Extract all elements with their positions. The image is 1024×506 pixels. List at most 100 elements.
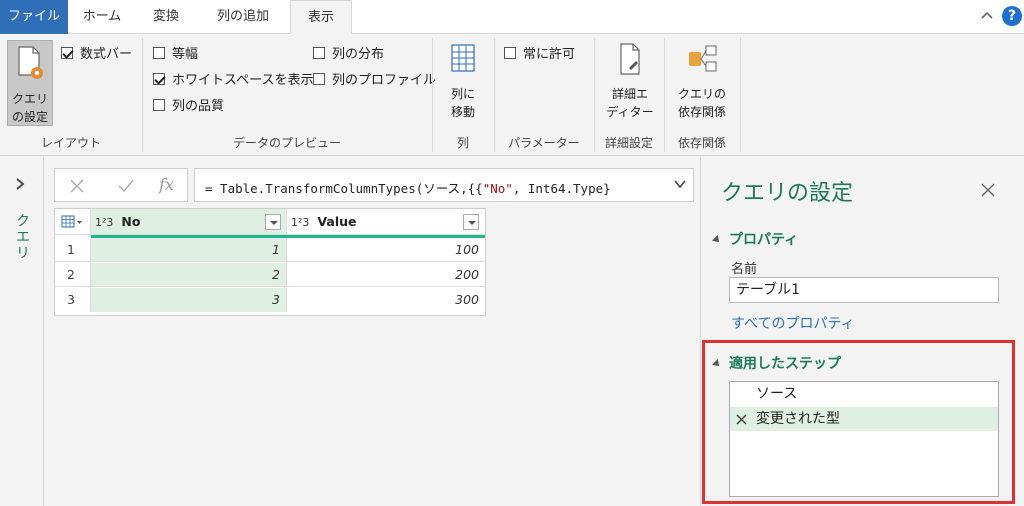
collapse-triangle-icon	[712, 235, 722, 245]
tab-home[interactable]: ホーム	[72, 0, 132, 34]
step-item-changed-type-label: 変更された型	[756, 411, 840, 427]
formula-text: = Table.TransformColumnTypes(ソース,{{"No",…	[205, 178, 611, 197]
advanced-editor-button[interactable]: 詳細エ ディター	[600, 40, 660, 126]
row-number[interactable]: 3	[55, 288, 91, 312]
query-settings-button[interactable]: クエリ の設定	[7, 40, 53, 126]
cancel-formula-icon[interactable]	[69, 178, 85, 194]
row-number[interactable]: 2	[55, 263, 91, 287]
go-to-column-label-2: 移動	[450, 105, 475, 119]
applied-steps-header-label: 適用したステップ	[729, 356, 841, 372]
formula-bar-checkbox[interactable]: 数式バー	[61, 43, 132, 62]
expand-queries-chevron-icon[interactable]	[14, 177, 26, 191]
query-settings-label-1: クエリ	[11, 92, 48, 106]
whole-number-type-icon[interactable]: 1²3	[95, 216, 113, 229]
ribbon: クエリ の設定 数式バー レイアウト 等幅 ホワイトスペースを表示 列の品質 列…	[0, 34, 1024, 156]
ribbon-tab-bar: ファイル ホーム 変換 列の追加 表示 ?	[0, 0, 1024, 35]
group-divider	[740, 38, 741, 152]
group-label-data-preview: データのプレビュー	[232, 136, 341, 150]
power-query-editor: ファイル ホーム 変換 列の追加 表示 ? クエリ の設定 数式バー レイアウト	[0, 0, 1024, 506]
query-dependencies-icon	[689, 45, 717, 72]
query-name-input[interactable]: テーブル1	[729, 277, 999, 303]
table-menu-cell[interactable]	[55, 209, 91, 235]
checkbox-unchecked-icon	[153, 46, 165, 59]
query-dependencies-button[interactable]: クエリの 依存関係	[668, 40, 736, 126]
query-settings-pane: クエリの設定 プロパティ 名前 テーブル1 すべてのプロパティ 適用したステップ…	[700, 157, 1024, 506]
all-properties-link[interactable]: すべてのプロパティ	[731, 313, 855, 333]
help-icon[interactable]: ?	[1002, 6, 1022, 26]
queries-pane-label[interactable]: クエリ	[12, 213, 32, 261]
group-label-columns: 列	[456, 136, 469, 150]
group-label-layout: レイアウト	[40, 136, 101, 150]
column-quality-label: 列の品質	[172, 99, 225, 114]
step-item-changed-type[interactable]: 変更された型	[730, 407, 998, 431]
advanced-editor-label-1: 詳細エ	[611, 87, 648, 101]
tab-transform[interactable]: 変換	[138, 0, 194, 34]
row-number[interactable]: 1	[55, 238, 91, 262]
monospace-label: 等幅	[172, 47, 199, 62]
column-distribution-label: 列の分布	[332, 47, 385, 62]
expand-formula-chevron-icon[interactable]	[673, 177, 687, 191]
formula-bar-actions: fx	[54, 168, 188, 202]
advanced-editor-icon	[620, 43, 640, 75]
show-whitespace-checkbox[interactable]: ホワイトスペースを表示	[153, 69, 313, 88]
column-header-value-label: Value	[317, 214, 357, 229]
column-distribution-checkbox[interactable]: 列の分布	[313, 43, 384, 62]
checkbox-unchecked-icon	[313, 46, 325, 59]
formula-suffix: , Int64.Type}	[512, 181, 611, 196]
checkbox-checked-icon	[153, 72, 165, 85]
close-icon[interactable]	[979, 181, 997, 199]
query-settings-label-2: の設定	[11, 110, 48, 124]
applied-steps-section-header[interactable]: 適用したステップ	[712, 353, 841, 373]
table-menu-icon	[61, 215, 82, 228]
monospace-checkbox[interactable]: 等幅	[153, 43, 198, 62]
applied-steps-list: ソース 変更された型	[729, 381, 999, 497]
fx-icon[interactable]: fx	[159, 175, 174, 194]
properties-section-header[interactable]: プロパティ	[712, 229, 799, 249]
column-header-no[interactable]: 1²3 No	[91, 209, 287, 235]
queries-pane-collapsed: クエリ	[0, 157, 44, 506]
collapse-ribbon-icon[interactable]	[980, 8, 994, 22]
advanced-editor-label-2: ディター	[606, 105, 654, 119]
checkbox-unchecked-icon	[153, 98, 165, 111]
query-settings-title: クエリの設定	[721, 181, 854, 206]
table-cell[interactable]: 2	[91, 263, 287, 287]
group-label-dependencies: 依存関係	[677, 136, 726, 150]
go-to-column-button[interactable]: 列に 移動	[436, 40, 490, 126]
column-profile-checkbox[interactable]: 列のプロファイル	[313, 69, 436, 88]
name-label: 名前	[731, 262, 758, 277]
formula-input[interactable]: = Table.TransformColumnTypes(ソース,{{"No",…	[194, 168, 694, 202]
checkbox-unchecked-icon	[504, 46, 516, 59]
collapse-triangle-icon	[712, 359, 722, 369]
tab-view[interactable]: 表示	[290, 0, 352, 35]
table-cell[interactable]: 1	[91, 238, 287, 262]
step-item-source[interactable]: ソース	[730, 382, 998, 406]
table-cell[interactable]: 3	[91, 288, 287, 312]
always-allow-checkbox[interactable]: 常に許可	[504, 43, 575, 62]
query-dependencies-label-2: 依存関係	[677, 105, 726, 119]
query-dependencies-label-1: クエリの	[677, 87, 726, 101]
formula-prefix: = Table.TransformColumnTypes(ソース,{{	[205, 181, 483, 196]
group-label-advanced: 詳細設定	[604, 136, 653, 150]
confirm-formula-icon[interactable]	[117, 178, 135, 194]
table-cell[interactable]: 300	[287, 288, 485, 312]
tab-add-column[interactable]: 列の追加	[200, 0, 286, 34]
properties-header-label: プロパティ	[729, 232, 799, 248]
data-grid: 1²3 No 1²3 Value 1 1 100 2 2 200 3 3 300	[54, 208, 486, 316]
tab-file[interactable]: ファイル	[0, 0, 68, 34]
table-cell[interactable]: 100	[287, 238, 485, 262]
show-whitespace-label: ホワイトスペースを表示	[172, 73, 314, 88]
column-value-filter-dropdown-icon[interactable]	[463, 214, 479, 230]
query-settings-icon	[18, 46, 43, 79]
formula-bar-label: 数式バー	[80, 47, 133, 62]
formula-string: "No"	[482, 181, 513, 196]
column-header-value[interactable]: 1²3 Value	[287, 209, 485, 235]
column-quality-checkbox[interactable]: 列の品質	[153, 95, 224, 114]
group-label-parameters: パラメーター	[508, 136, 580, 150]
always-allow-label: 常に許可	[523, 47, 576, 62]
table-cell[interactable]: 200	[287, 263, 485, 287]
column-header-no-label: No	[121, 214, 141, 229]
column-no-filter-dropdown-icon[interactable]	[265, 214, 281, 230]
go-to-column-icon	[451, 44, 475, 72]
delete-step-icon[interactable]	[736, 414, 747, 425]
whole-number-type-icon[interactable]: 1²3	[291, 216, 309, 229]
